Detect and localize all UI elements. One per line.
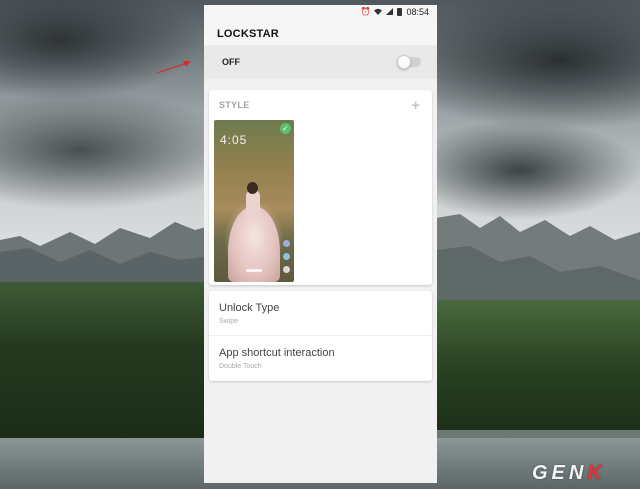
- shortcut-icon: [283, 253, 290, 260]
- style-header: STYLE +: [209, 90, 432, 120]
- plus-icon[interactable]: +: [411, 98, 420, 113]
- shortcut-icon: [283, 266, 290, 273]
- alarm-icon: ⏰: [360, 7, 371, 16]
- setting-value: Swipe: [219, 318, 239, 325]
- setting-app-shortcut-interaction[interactable]: App shortcut interaction Double Touch: [209, 335, 432, 379]
- setting-title: App shortcut interaction: [219, 347, 335, 359]
- app-title: LOCKSTAR: [217, 28, 279, 40]
- style-card: STYLE + 4:05 ✓: [209, 90, 432, 285]
- app-header: LOCKSTAR: [204, 19, 437, 45]
- shortcut-icon: [283, 240, 290, 247]
- master-switch-row[interactable]: OFF: [204, 45, 437, 79]
- master-toggle-switch[interactable]: [397, 55, 421, 69]
- battery-icon: [397, 8, 403, 16]
- forest-right: [436, 300, 640, 430]
- status-bar: ⏰ 08:54: [204, 5, 437, 19]
- setting-unlock-type[interactable]: Unlock Type Swipe: [209, 291, 432, 335]
- lockscreen-style-thumbnail[interactable]: 4:05 ✓: [214, 120, 294, 282]
- status-time: 08:54: [406, 7, 429, 17]
- check-icon: ✓: [280, 123, 291, 134]
- master-switch-label: OFF: [222, 57, 240, 67]
- wifi-icon: [374, 8, 383, 17]
- thumbnail-clock: 4:05: [220, 133, 248, 147]
- genk-watermark-logo: GENK: [532, 462, 606, 485]
- style-section-title: STYLE: [219, 100, 250, 110]
- signal-icon: [386, 7, 394, 17]
- settings-card: Unlock Type Swipe App shortcut interacti…: [209, 291, 432, 381]
- toggle-knob: [397, 55, 411, 69]
- watermark-text: GEN: [532, 462, 588, 484]
- watermark-accent: K: [587, 462, 606, 484]
- phone-screen: ⏰ 08:54 LOCKSTAR OFF STYLE + 4:05 ✓ Unlo…: [204, 5, 437, 483]
- forest-left: [0, 282, 210, 442]
- setting-title: Unlock Type: [219, 302, 280, 314]
- page-indicator: [246, 269, 262, 272]
- annotation-arrow-icon: [156, 61, 191, 74]
- setting-value: Double Touch: [219, 363, 262, 370]
- thumbnail-photo-head: [247, 182, 258, 194]
